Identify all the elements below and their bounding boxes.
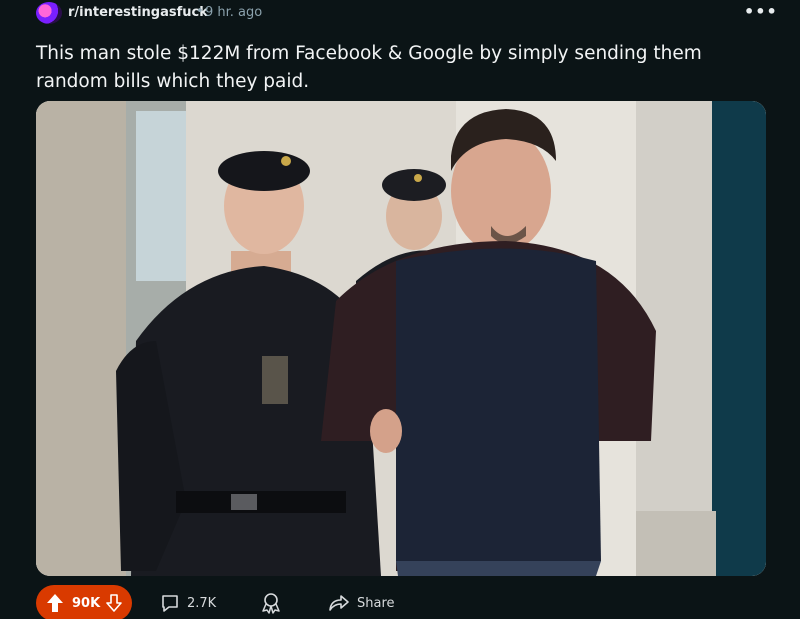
award-ribbon-icon [262,593,280,614]
subreddit-avatar-icon[interactable] [36,2,62,24]
meta-separator: • [196,4,204,19]
share-arrow-icon [329,595,349,611]
comments-button[interactable]: 2.7K [160,585,216,619]
upvote-count: 90K [72,596,101,611]
post-actions-bar: 90K 2.7K Share [36,585,776,619]
arrow-down-icon[interactable] [106,593,122,613]
subreddit-link[interactable]: r/interestingasfuck [68,5,208,20]
post-title[interactable]: This man stole $122M from Facebook & Goo… [36,40,756,96]
share-label: Share [357,595,395,611]
post-header: r/interestingasfuck • 9 hr. ago ••• [0,0,800,28]
post-image[interactable] [36,101,766,576]
share-button[interactable]: Share [328,585,395,619]
award-button[interactable] [260,585,289,619]
arrow-up-icon[interactable] [46,593,64,613]
vote-control: 90K [36,585,132,619]
post-timestamp: 9 hr. ago [205,5,263,20]
comment-count: 2.7K [187,595,217,611]
post-photo-illustration [36,101,766,576]
comment-bubble-icon [162,595,178,612]
more-options-button[interactable]: ••• [744,2,778,21]
